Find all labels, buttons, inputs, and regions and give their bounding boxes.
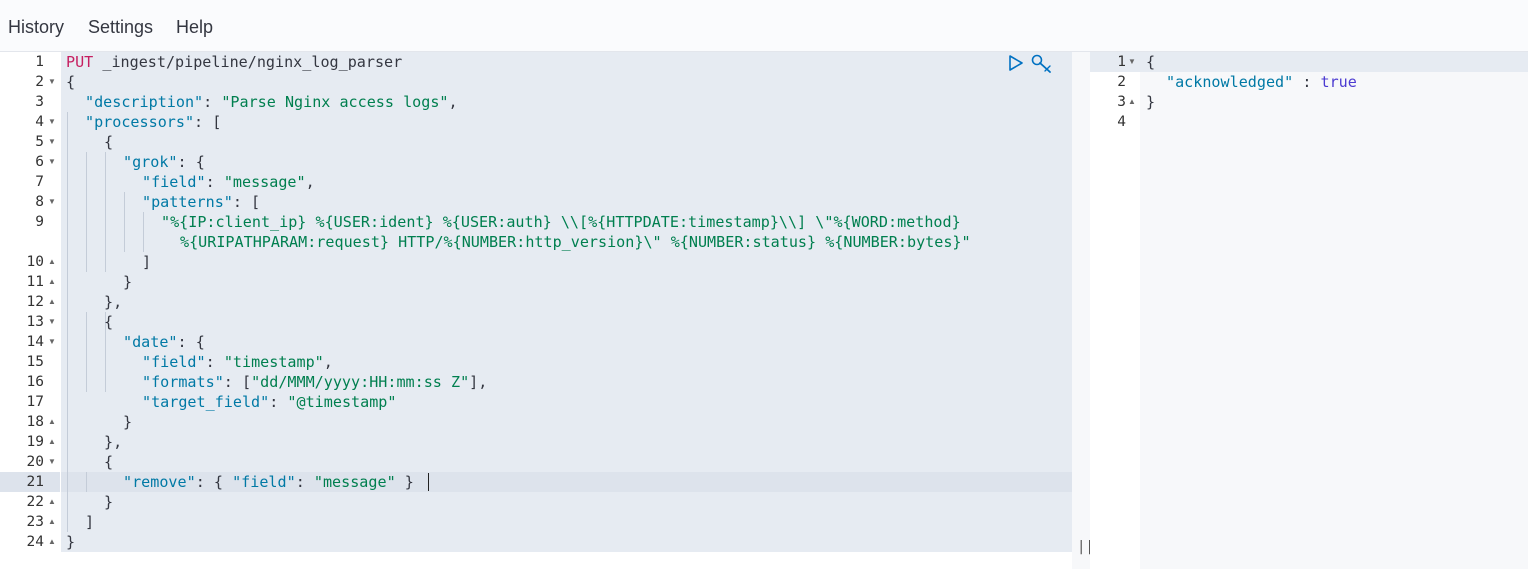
line-number: 21 xyxy=(26,474,44,490)
fold-caret-icon[interactable]: ▼ xyxy=(47,192,57,212)
fold-caret-icon[interactable]: ▼ xyxy=(47,312,57,332)
wrench-icon[interactable] xyxy=(1030,53,1054,80)
code-line: "field": "message", xyxy=(142,173,315,191)
line-number: 15 xyxy=(26,354,44,370)
fold-caret-icon[interactable]: ▼ xyxy=(47,452,57,472)
fold-caret-icon[interactable]: ▲ xyxy=(47,532,57,552)
line-number: 11 xyxy=(26,274,44,290)
play-icon[interactable] xyxy=(1008,54,1024,77)
fold-caret-icon[interactable]: ▲ xyxy=(47,432,57,452)
indent-guide xyxy=(124,192,125,252)
response-active-line xyxy=(1090,52,1528,72)
code-line: { xyxy=(66,73,76,91)
code-line: { xyxy=(104,453,114,471)
fold-caret-icon[interactable]: ▼ xyxy=(1127,52,1137,72)
line-number: 6 xyxy=(35,154,44,170)
response-line: { xyxy=(1146,53,1156,71)
code-line: { xyxy=(104,133,114,151)
fold-caret-icon[interactable]: ▼ xyxy=(47,152,57,172)
menu-settings[interactable]: Settings xyxy=(88,17,153,38)
code-line: } xyxy=(123,413,133,431)
line-number: 9 xyxy=(35,214,44,230)
code-line: "processors": [ xyxy=(85,113,222,131)
line-number: 22 xyxy=(26,494,44,510)
line-number: 5 xyxy=(35,134,44,150)
fold-caret-icon[interactable]: ▲ xyxy=(47,412,57,432)
fold-caret-icon[interactable]: ▼ xyxy=(47,132,57,152)
code-line-active: "remove": { "field": "message" } xyxy=(123,473,414,491)
indent-guide xyxy=(86,472,87,492)
top-menu-bar: History Settings Help xyxy=(0,0,1528,52)
request-editor[interactable]: 1 2 3 4 5 6 7 8 9 10 11 12 13 14 15 16 17 18 19 20 21 22 23 24 … xyxy=(0,52,1072,569)
fold-caret-icon[interactable]: ▲ xyxy=(47,272,57,292)
fold-caret-icon[interactable]: ▲ xyxy=(47,492,57,512)
fold-caret-icon[interactable]: ▲ xyxy=(47,512,57,532)
line-number: 2 xyxy=(1117,74,1126,90)
indent-guide xyxy=(86,312,87,392)
response-line: "acknowledged" : true xyxy=(1166,73,1357,91)
line-number: 14 xyxy=(26,334,44,350)
code-line: "grok": { xyxy=(123,153,205,171)
fold-caret-icon[interactable]: ▼ xyxy=(47,72,57,92)
fold-caret-icon[interactable]: ▼ xyxy=(47,112,57,132)
fold-caret-icon[interactable]: ▲ xyxy=(47,292,57,312)
code-line: "field": "timestamp", xyxy=(142,353,333,371)
response-line: } xyxy=(1146,93,1156,111)
line-number: 3 xyxy=(1117,94,1126,110)
line-number: 24 xyxy=(26,534,44,550)
line-number: 4 xyxy=(35,114,44,130)
line-number: 23 xyxy=(26,514,44,530)
code-line: "patterns": [ xyxy=(142,193,261,211)
request-path: _ingest/pipeline/nginx_log_parser xyxy=(93,53,403,71)
code-line: } xyxy=(66,533,76,551)
response-background xyxy=(1140,52,1528,569)
indent-guide xyxy=(143,212,144,252)
indent-guide xyxy=(105,152,106,272)
code-line: { xyxy=(104,313,114,331)
code-line: "date": { xyxy=(123,333,205,351)
fold-caret-icon[interactable]: ▲ xyxy=(1127,92,1137,112)
fold-caret-icon[interactable]: ▲ xyxy=(47,252,57,272)
http-method: PUT xyxy=(66,53,94,71)
code-line: }, xyxy=(104,433,123,451)
line-number: 19 xyxy=(26,434,44,450)
menu-help[interactable]: Help xyxy=(176,17,213,38)
code-line: "target_field": "@timestamp" xyxy=(142,393,397,411)
menu-history[interactable]: History xyxy=(8,17,64,38)
code-line: %{URIPATHPARAM:request} HTTP/%{NUMBER:ht… xyxy=(180,233,971,251)
code-line: }, xyxy=(104,293,123,311)
line-number: 12 xyxy=(26,294,44,310)
line-number: 3 xyxy=(35,94,44,110)
line-number: 8 xyxy=(35,194,44,210)
line-number: 10 xyxy=(26,254,44,270)
response-viewer: 1 2 3 4 ▼ ▲ { "acknowledged" : true } xyxy=(1090,52,1528,569)
line-number: 1 xyxy=(1117,54,1126,70)
code-line: "%{IP:client_ip} %{USER:ident} %{USER:au… xyxy=(161,213,961,231)
indent-guide xyxy=(67,112,68,532)
code-line: ] xyxy=(85,513,95,531)
line-number: 13 xyxy=(26,314,44,330)
code-line: ] xyxy=(142,253,152,271)
line-number: 16 xyxy=(26,374,44,390)
line-number: 4 xyxy=(1117,114,1126,130)
code-line: "description": "Parse Nginx access logs"… xyxy=(85,93,458,111)
fold-caret-icon[interactable]: ▼ xyxy=(47,332,57,352)
line-number: 17 xyxy=(26,394,44,410)
line-number: 1 xyxy=(35,54,44,70)
line-number: 20 xyxy=(26,454,44,470)
line-number: 7 xyxy=(35,174,44,190)
indent-guide xyxy=(86,152,87,272)
line-number: 18 xyxy=(26,414,44,430)
code-line: PUT _ingest/pipeline/nginx_log_parser xyxy=(66,52,402,72)
line-number: 2 xyxy=(35,74,44,90)
code-line: } xyxy=(104,493,114,511)
text-cursor xyxy=(428,473,429,491)
code-line: "formats": ["dd/MMM/yyyy:HH:mm:ss Z"], xyxy=(142,373,488,391)
code-line: } xyxy=(123,273,133,291)
